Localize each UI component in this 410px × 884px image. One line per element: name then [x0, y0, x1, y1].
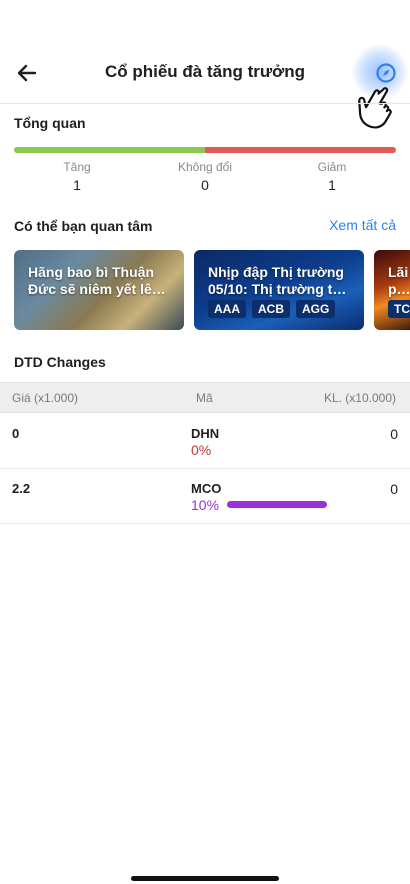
stat-unchanged: Không đổi 0 — [155, 160, 255, 193]
overview-ratio-bar — [14, 147, 396, 153]
stock-tag[interactable]: TC — [388, 300, 410, 318]
stat-decrease: Giảm 1 — [282, 160, 382, 193]
row-percent: 0% — [191, 442, 212, 458]
row-volume: 0 — [390, 481, 398, 497]
row-price: 2.2 — [12, 481, 31, 496]
row-code: DHN — [191, 426, 220, 441]
stat-label: Tăng — [63, 160, 91, 174]
decrease-segment — [205, 147, 396, 153]
changes-title: DTD Changes — [14, 354, 106, 370]
table-row[interactable]: 0 DHN 0% 0 — [0, 414, 410, 469]
news-card[interactable]: Lãi cổ p… TC — [374, 250, 410, 330]
stat-label: Không đổi — [177, 160, 233, 174]
stock-tag[interactable]: AAA — [208, 300, 246, 318]
see-all-link[interactable]: Xem tất cả — [329, 217, 396, 233]
stat-value: 1 — [73, 177, 81, 193]
row-percent: 10% — [191, 497, 220, 513]
news-card-tags: AAA ACB AGG — [208, 300, 336, 318]
stock-tag[interactable]: ACB — [252, 300, 290, 318]
stock-tag[interactable]: AGG — [296, 300, 336, 318]
home-indicator — [131, 876, 279, 881]
stat-label: Giảm — [317, 160, 347, 174]
news-card-text: Nhịp đập Thị trường 05/10: Thị trường t… — [208, 264, 347, 297]
stat-increase: Tăng 1 — [27, 160, 127, 193]
page-title: Cổ phiếu đà tăng trưởng — [104, 62, 306, 81]
news-card-text: Hãng bao bì Thuận Đức sẽ niêm yết lê… — [28, 264, 166, 297]
news-card[interactable]: Hãng bao bì Thuận Đức sẽ niêm yết lê… — [14, 250, 184, 330]
row-code: MCO — [191, 481, 222, 496]
increase-segment — [14, 147, 205, 153]
change-bar — [227, 501, 327, 508]
overview-title: Tổng quan — [14, 115, 86, 131]
table-row[interactable]: 2.2 MCO 10% 0 — [0, 469, 410, 524]
interest-title: Có thể bạn quan tâm — [14, 218, 153, 234]
row-price: 0 — [12, 426, 20, 441]
column-price: Giá (x1.000) — [12, 391, 79, 405]
pointing-hand-icon — [358, 87, 392, 129]
app-header: Cổ phiếu đà tăng trưởng — [0, 44, 410, 129]
table-header: Giá (x1.000) Mã KL. (x10.000) — [0, 382, 410, 413]
news-card-text: Lãi cổ p… — [388, 264, 410, 297]
column-volume: KL. (x10.000) — [323, 391, 396, 405]
stat-value: 0 — [201, 177, 209, 193]
stat-value: 1 — [328, 177, 336, 193]
header-divider — [0, 103, 410, 104]
news-card[interactable]: Nhịp đập Thị trường 05/10: Thị trường t…… — [194, 250, 364, 330]
column-code: Mã — [196, 391, 213, 405]
row-volume: 0 — [390, 426, 398, 442]
news-card-tags: TC — [388, 300, 410, 318]
